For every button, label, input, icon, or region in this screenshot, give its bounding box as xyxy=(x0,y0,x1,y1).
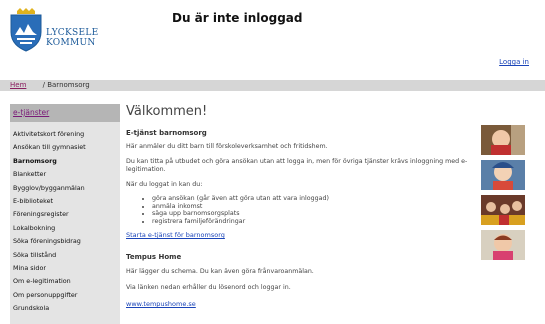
sidebar-item-aktivitetskort[interactable]: Aktivitetskort förening xyxy=(10,128,120,141)
sidebar-nav: e-tjänster Aktivitetskort förening Ansök… xyxy=(10,104,120,324)
page-title: Välkommen! xyxy=(126,104,208,119)
breadcrumb-separator: / xyxy=(42,81,45,89)
sidebar-item-lokalbokning[interactable]: Lokalbokning xyxy=(10,222,120,235)
logged-in-paragraph: När du loggat in kan du: xyxy=(126,180,203,188)
sidebar-item-foreningsbidrag[interactable]: Söka föreningsbidrag xyxy=(10,235,120,248)
children-group-photo xyxy=(481,195,525,225)
child-photo-2 xyxy=(481,160,525,190)
sidebar-item-grundskola[interactable]: Grundskola xyxy=(10,302,120,315)
sidebar-item-e-biblioteket[interactable]: E-biblioteket xyxy=(10,195,120,208)
sidebar-item-blanketter[interactable]: Blanketter xyxy=(10,168,120,181)
sidebar-item-bygglov[interactable]: Bygglov/bygganmälan xyxy=(10,182,120,195)
coat-of-arms-icon xyxy=(10,8,42,52)
sidebar-item-barnomsorg[interactable]: Barnomsorg xyxy=(10,155,120,168)
login-link[interactable]: Logga in xyxy=(499,58,529,66)
features-list: göra ansökan (går även att göra utan att… xyxy=(126,195,476,225)
list-item: registrera familjeförändringar xyxy=(152,218,476,226)
logo-text: LYCKSELE KOMMUN xyxy=(46,28,98,48)
list-item: säga upp barnomsorgsplats xyxy=(152,210,476,218)
list-item: anmäla inkomst xyxy=(152,203,476,211)
sidebar-item-mina-sidor[interactable]: Mina sidor xyxy=(10,262,120,275)
section-heading-tempus: Tempus Home xyxy=(126,253,182,261)
sidebar-heading-link[interactable]: e-tjänster xyxy=(10,104,120,122)
login-status: Du är inte inloggad xyxy=(172,11,303,25)
main-content: Välkommen! E-tjänst barnomsorg Här anmäl… xyxy=(126,104,476,308)
sidebar-item-e-legitimation[interactable]: Om e-legitimation xyxy=(10,275,120,288)
municipality-logo[interactable]: LYCKSELE KOMMUN xyxy=(8,8,98,56)
breadcrumb: Hem / Barnomsorg xyxy=(0,80,545,91)
child-photo-3 xyxy=(481,230,525,260)
list-item: göra ansökan (går även att göra utan att… xyxy=(152,195,476,203)
section-heading-barnomsorg: E-tjänst barnomsorg xyxy=(126,129,207,137)
sidebar-item-personuppgifter[interactable]: Om personuppgifter xyxy=(10,289,120,302)
login-info-paragraph: Du kan titta på utbudet och göra ansökan… xyxy=(126,157,468,174)
logo-line-1: LYCKSELE xyxy=(46,28,99,38)
start-barnomsorg-link[interactable]: Starta e-tjänst för barnomsorg xyxy=(126,231,476,239)
sidebar-item-tillstand[interactable]: Söka tillstånd xyxy=(10,249,120,262)
sidebar-item-gymnasiet[interactable]: Ansökan till gymnasiet xyxy=(10,141,120,154)
tempus-paragraph-1: Här lägger du schema. Du kan även göra f… xyxy=(126,268,314,275)
tempushome-link[interactable]: www.tempushome.se xyxy=(126,300,476,308)
breadcrumb-current: Barnomsorg xyxy=(47,81,90,89)
sidebar-item-foreningsregister[interactable]: Föreningsregister xyxy=(10,208,120,221)
breadcrumb-home-link[interactable]: Hem xyxy=(10,81,26,89)
photo-collage xyxy=(481,125,525,265)
logo-line-2: KOMMUN xyxy=(46,38,96,48)
intro-paragraph: Här anmäler du ditt barn till förskoleve… xyxy=(126,143,328,150)
child-photo-1 xyxy=(481,125,525,155)
tempus-paragraph-2: Via länken nedan erhåller du lösenord oc… xyxy=(126,283,291,291)
